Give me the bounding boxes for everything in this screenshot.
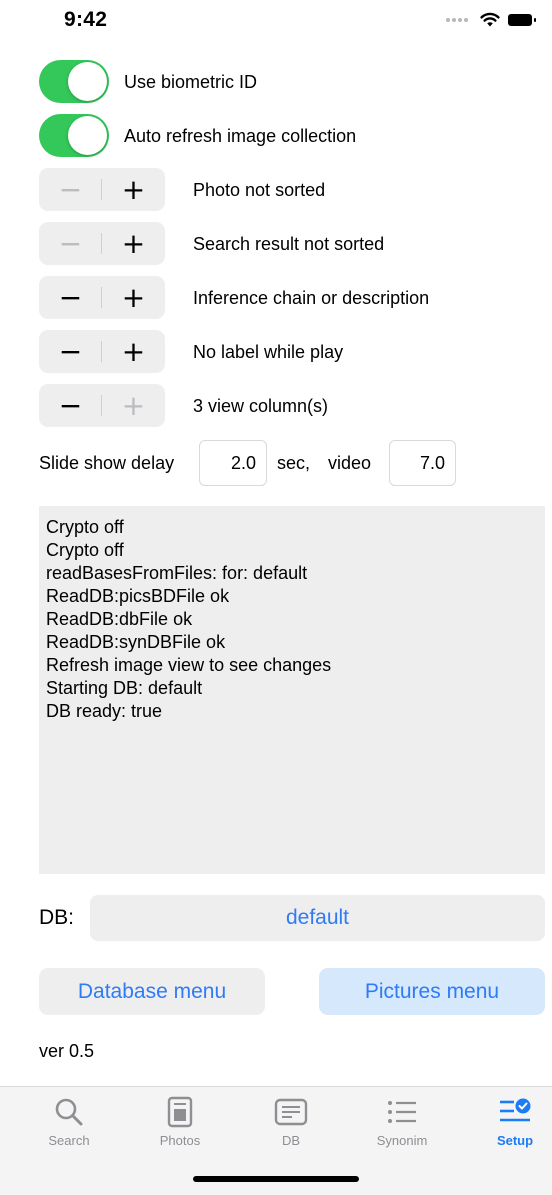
tab-label: Setup xyxy=(496,1133,534,1148)
photo-sort-stepper[interactable]: − + xyxy=(39,168,165,211)
log-line: ReadDB:dbFile ok xyxy=(46,609,193,629)
log-line: ReadDB:synDBFile ok xyxy=(46,632,226,652)
tab-label: Photos xyxy=(159,1133,201,1148)
search-sort-label: Search result not sorted xyxy=(193,234,385,254)
log-text-area[interactable]: Crypto off Crypto off readBasesFromFiles… xyxy=(39,506,545,874)
wifi-icon xyxy=(480,12,500,27)
biometric-toggle[interactable] xyxy=(39,60,109,103)
tab-synonim[interactable]: Synonim xyxy=(362,1095,442,1148)
tab-label: Synonim xyxy=(376,1133,428,1148)
tab-label: Search xyxy=(48,1133,90,1148)
increment-button[interactable]: + xyxy=(102,384,165,427)
view-columns-stepper[interactable]: − + xyxy=(39,384,165,427)
sec-label: sec, xyxy=(277,453,311,473)
inference-stepper[interactable]: − + xyxy=(39,276,165,319)
version-label: ver 0.5 xyxy=(39,1041,95,1061)
decrement-button[interactable]: − xyxy=(39,222,102,265)
tab-photos[interactable]: Photos xyxy=(140,1095,220,1148)
search-sort-stepper[interactable]: − + xyxy=(39,222,165,265)
view-columns-label: 3 view column(s) xyxy=(193,396,329,416)
video-delay-field[interactable]: 7.0 xyxy=(389,440,456,486)
no-label-label: No label while play xyxy=(193,342,344,362)
status-time: 9:42 xyxy=(64,8,108,31)
decrement-button[interactable]: − xyxy=(39,384,102,427)
log-line: readBasesFromFiles: for: default xyxy=(46,563,308,583)
photo-sort-label: Photo not sorted xyxy=(193,180,326,200)
increment-button[interactable]: + xyxy=(102,222,165,265)
toggle-knob xyxy=(68,116,107,155)
tab-search[interactable]: Search xyxy=(29,1095,109,1148)
list-icon xyxy=(382,1095,422,1129)
decrement-button[interactable]: − xyxy=(39,168,102,211)
increment-button[interactable]: + xyxy=(102,276,165,319)
db-label: DB: xyxy=(39,906,75,929)
database-menu-button[interactable]: Database menu xyxy=(39,968,265,1015)
tab-db[interactable]: DB xyxy=(251,1095,331,1148)
inference-label: Inference chain or description xyxy=(193,288,430,308)
no-label-stepper[interactable]: − + xyxy=(39,330,165,373)
pictures-menu-button[interactable]: Pictures menu xyxy=(319,968,545,1015)
log-line: Crypto off xyxy=(46,540,124,560)
log-line: DB ready: true xyxy=(46,701,163,721)
db-icon xyxy=(271,1095,311,1129)
slide-show-label: Slide show delay xyxy=(39,453,175,473)
tab-label: DB xyxy=(281,1133,301,1148)
status-icons xyxy=(446,10,536,30)
toggle-knob xyxy=(68,62,107,101)
auto-refresh-toggle[interactable] xyxy=(39,114,109,157)
search-icon xyxy=(49,1095,89,1129)
increment-button[interactable]: + xyxy=(102,168,165,211)
home-indicator xyxy=(193,1176,359,1182)
log-line: Starting DB: default xyxy=(46,678,203,698)
db-selector[interactable]: default xyxy=(90,895,545,941)
auto-refresh-label: Auto refresh image collection xyxy=(124,126,357,146)
setup-checklist-icon xyxy=(495,1095,535,1129)
photos-icon xyxy=(160,1095,200,1129)
log-line: Refresh image view to see changes xyxy=(46,655,332,675)
signal-dots-icon xyxy=(446,18,472,22)
video-label: video xyxy=(328,453,372,473)
tab-setup[interactable]: Setup xyxy=(475,1095,552,1148)
decrement-button[interactable]: − xyxy=(39,330,102,373)
battery-icon xyxy=(508,14,536,26)
decrement-button[interactable]: − xyxy=(39,276,102,319)
delay-field[interactable]: 2.0 xyxy=(199,440,267,486)
log-line: Crypto off xyxy=(46,517,124,537)
increment-button[interactable]: + xyxy=(102,330,165,373)
log-line: ReadDB:picsBDFile ok xyxy=(46,586,230,606)
biometric-label: Use biometric ID xyxy=(124,72,258,92)
